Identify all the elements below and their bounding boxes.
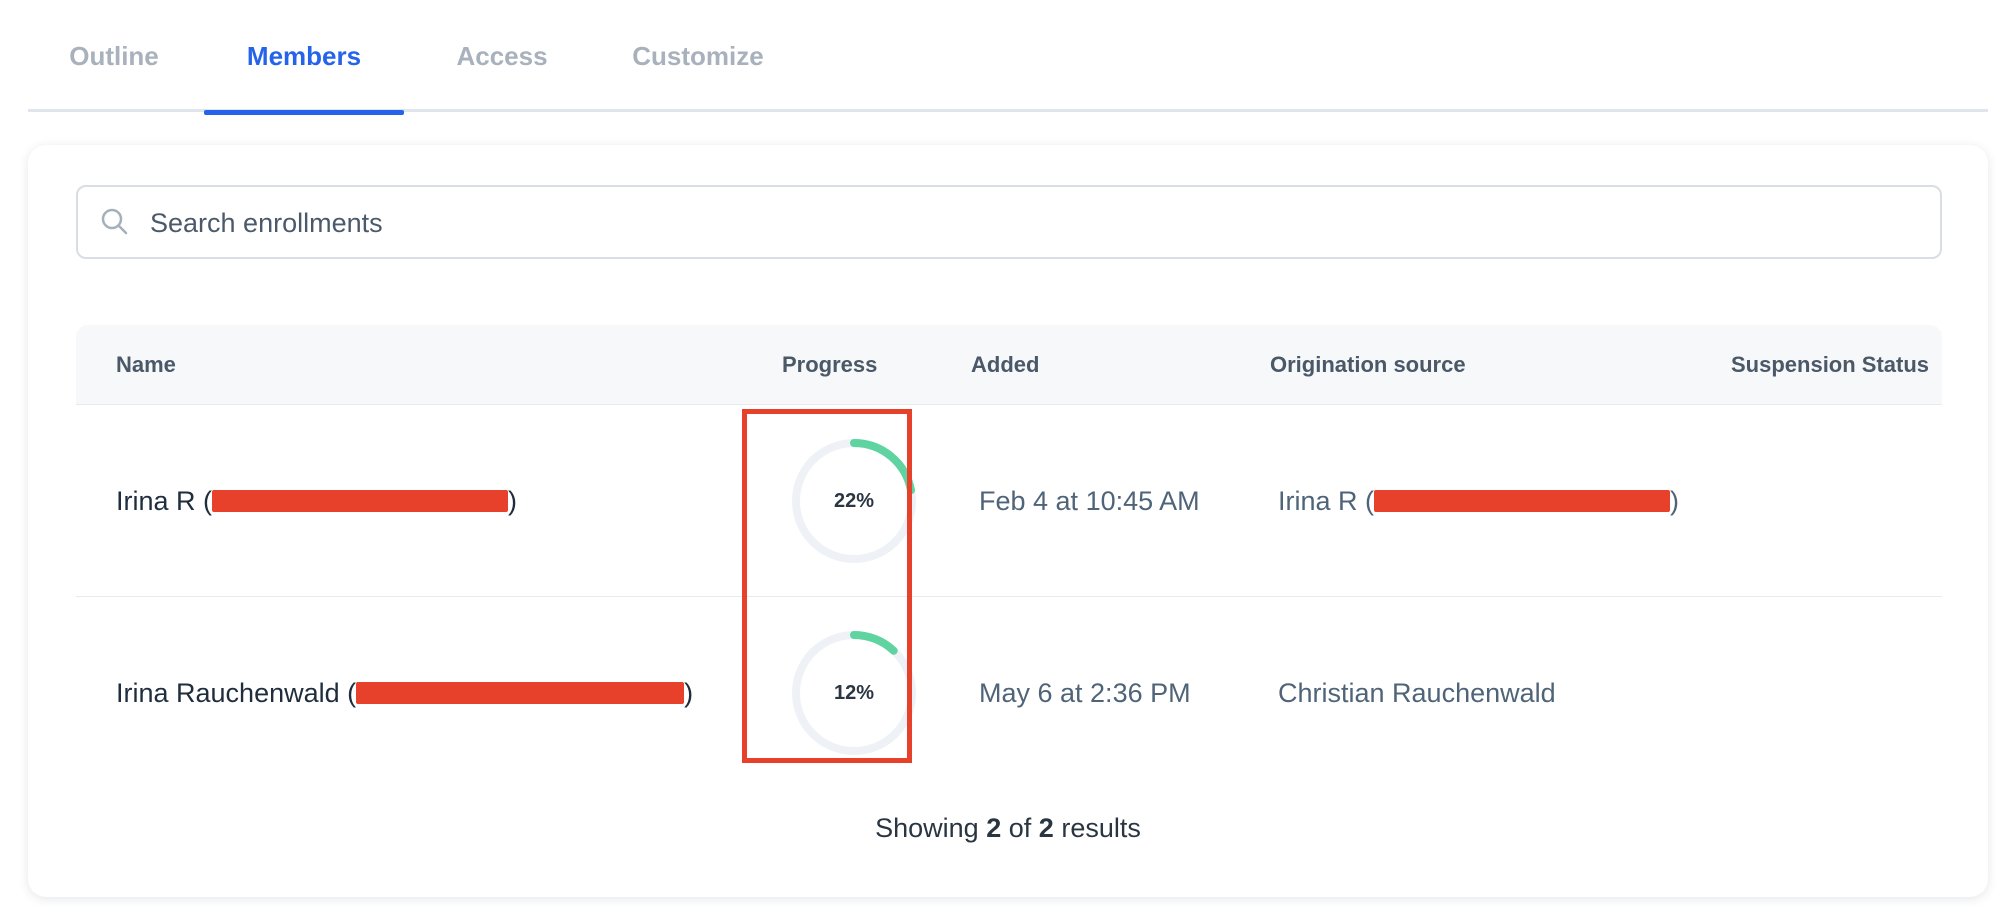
added-date: Feb 4 at 10:45 AM bbox=[979, 486, 1200, 516]
results-of: of bbox=[1008, 813, 1032, 843]
table-row[interactable]: Irina Rauchenwald () 12% May 6 at 2:36 P… bbox=[76, 597, 1942, 789]
column-header-origination-source[interactable]: Origination source bbox=[1270, 325, 1466, 405]
search-icon bbox=[101, 208, 128, 235]
results-prefix: Showing bbox=[875, 813, 979, 843]
origination-source: Irina R bbox=[1278, 486, 1358, 516]
column-header-added[interactable]: Added bbox=[971, 325, 1039, 405]
origination-source: Christian Rauchenwald bbox=[1278, 678, 1556, 708]
search-input[interactable] bbox=[148, 187, 1912, 259]
progress-ring: 12% bbox=[790, 629, 918, 757]
redacted-email bbox=[1374, 489, 1671, 512]
table-row[interactable]: Irina R () 22% Feb 4 at 10:45 AM Irina R… bbox=[76, 405, 1942, 597]
progress-label: 22% bbox=[833, 490, 875, 512]
progress-ring: 22% bbox=[790, 437, 918, 565]
members-card: Name Progress Added Origination source S… bbox=[28, 145, 1988, 897]
results-summary: Showing 2 of 2 results bbox=[28, 813, 1988, 853]
results-suffix: results bbox=[1061, 813, 1141, 843]
tab-bar: Outline Members Access Customize bbox=[28, 0, 1988, 115]
member-name-cell: Irina R () bbox=[116, 486, 518, 516]
member-name-cell: Irina Rauchenwald () bbox=[116, 678, 694, 708]
tab-members[interactable]: Members bbox=[204, 0, 404, 115]
column-header-suspension-status[interactable]: Suspension Status bbox=[1731, 325, 1929, 405]
column-header-progress[interactable]: Progress bbox=[782, 325, 877, 405]
table-header: Name Progress Added Origination source S… bbox=[76, 325, 1942, 405]
redacted-email bbox=[212, 489, 509, 512]
tab-outline[interactable]: Outline bbox=[28, 0, 200, 112]
redacted-email bbox=[356, 681, 685, 704]
member-name: Irina Rauchenwald bbox=[116, 678, 340, 708]
member-name: Irina R bbox=[116, 486, 196, 516]
tab-access[interactable]: Access bbox=[428, 0, 576, 112]
results-shown-count: 2 bbox=[986, 813, 1002, 843]
added-date: May 6 at 2:36 PM bbox=[979, 678, 1191, 708]
search-box[interactable] bbox=[76, 185, 1942, 259]
column-header-name[interactable]: Name bbox=[116, 325, 176, 405]
progress-label: 12% bbox=[833, 682, 875, 704]
results-total-count: 2 bbox=[1038, 813, 1054, 843]
tab-customize[interactable]: Customize bbox=[598, 0, 798, 112]
origination-source-cell: Irina R () bbox=[1278, 486, 1680, 516]
